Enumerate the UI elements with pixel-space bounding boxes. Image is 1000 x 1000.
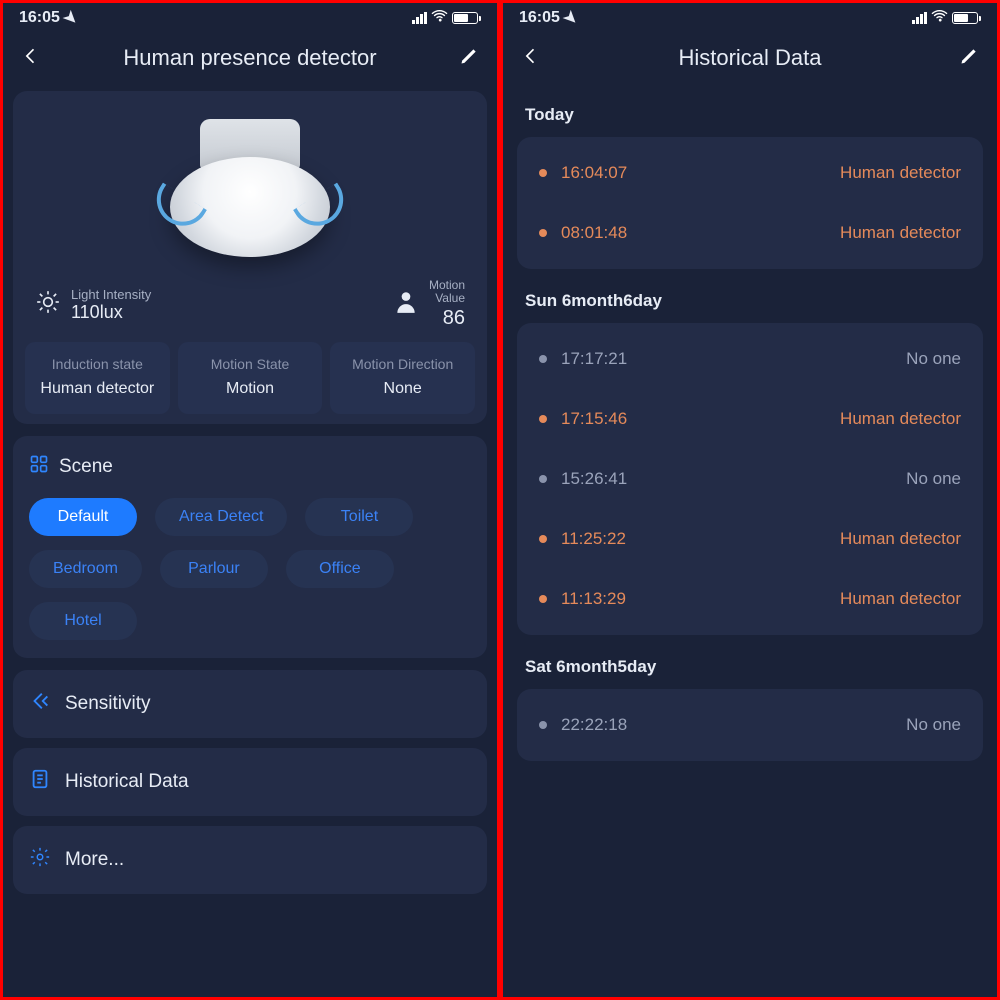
scene-chip[interactable]: Parlour — [160, 550, 268, 588]
location-icon: ➤ — [59, 6, 83, 30]
status-dot-icon — [539, 535, 547, 543]
status-dot-icon — [539, 169, 547, 177]
history-row[interactable]: 22:22:18 No one — [517, 695, 983, 755]
history-section-label: Today — [525, 105, 975, 125]
location-icon: ➤ — [559, 6, 583, 30]
tile-label: Induction state — [29, 356, 166, 372]
history-status: Human detector — [840, 163, 961, 183]
light-intensity-icon — [35, 289, 61, 320]
status-dot-icon — [539, 475, 547, 483]
history-time: 16:04:07 — [561, 163, 627, 183]
history-row[interactable]: 17:17:21 No one — [517, 329, 983, 389]
history-status: No one — [906, 715, 961, 735]
tile-value: None — [334, 380, 471, 398]
history-status: No one — [906, 349, 961, 369]
history-time: 22:22:18 — [561, 715, 627, 735]
motion-value: 86 — [429, 307, 465, 330]
sensitivity-label: Sensitivity — [65, 693, 151, 715]
detector-screen: 16:05 ➤ Human presence detector — [0, 0, 500, 1000]
sensitivity-icon — [29, 690, 51, 718]
scene-chip[interactable]: Hotel — [29, 602, 137, 640]
status-tile[interactable]: Induction state Human detector — [25, 342, 170, 414]
history-status: Human detector — [840, 529, 961, 549]
scene-card: Scene Default Area Detect Toilet Bedroom Par… — [13, 436, 487, 658]
status-tile[interactable]: Motion State Motion — [178, 342, 323, 414]
history-row[interactable]: 17:15:46 Human detector — [517, 389, 983, 449]
history-time: 17:15:46 — [561, 409, 627, 429]
more-label: More... — [65, 849, 124, 871]
page-title: Human presence detector — [123, 45, 376, 71]
history-time: 11:13:29 — [561, 589, 626, 609]
back-button[interactable] — [521, 46, 541, 71]
tile-label: Motion State — [182, 356, 319, 372]
history-screen: 16:05 ➤ Historical Data Today 16:04:07 Hum… — [500, 0, 1000, 1000]
scene-chip[interactable]: Bedroom — [29, 550, 142, 588]
wifi-icon — [931, 7, 948, 29]
motion-value-label2: Value — [429, 292, 465, 305]
page-title: Historical Data — [678, 45, 821, 71]
person-icon — [393, 289, 419, 320]
signal-icon — [412, 12, 427, 24]
history-time: 08:01:48 — [561, 223, 627, 243]
scene-chip[interactable]: Area Detect — [155, 498, 287, 536]
scene-title: Scene — [59, 456, 113, 478]
status-dot-icon — [539, 721, 547, 729]
header-bar: Human presence detector — [3, 33, 497, 83]
history-status: Human detector — [840, 223, 961, 243]
history-section-card: 16:04:07 Human detector 08:01:48 Human dete… — [517, 137, 983, 269]
scene-chip[interactable]: Default — [29, 498, 137, 536]
history-time: 11:25:22 — [561, 529, 626, 549]
history-section-label: Sat 6month5day — [525, 657, 975, 677]
tile-value: Motion — [182, 380, 319, 398]
history-row[interactable]: 16:04:07 Human detector — [517, 143, 983, 203]
scene-chip[interactable]: Office — [286, 550, 394, 588]
historical-data-label: Historical Data — [65, 771, 189, 793]
status-dot-icon — [539, 595, 547, 603]
history-status: No one — [906, 469, 961, 489]
device-image — [23, 109, 477, 279]
light-intensity-label: Light Intensity — [71, 287, 151, 302]
history-status: Human detector — [840, 409, 961, 429]
history-row[interactable]: 15:26:41 No one — [517, 449, 983, 509]
status-dot-icon — [539, 415, 547, 423]
light-intensity-value: 110lux — [71, 302, 151, 323]
edit-button[interactable] — [959, 46, 979, 71]
sensitivity-row[interactable]: Sensitivity — [13, 670, 487, 738]
history-row[interactable]: 08:01:48 Human detector — [517, 203, 983, 263]
more-row[interactable]: More... — [13, 826, 487, 894]
back-button[interactable] — [21, 46, 41, 71]
status-dot-icon — [539, 229, 547, 237]
status-dot-icon — [539, 355, 547, 363]
clock-text: 16:05 — [519, 9, 560, 27]
edit-button[interactable] — [459, 46, 479, 71]
history-section-label: Sun 6month6day — [525, 291, 975, 311]
device-card: Light Intensity 110lux Motion Value 86 I… — [13, 91, 487, 424]
status-tile[interactable]: Motion Direction None — [330, 342, 475, 414]
wifi-icon — [431, 7, 448, 29]
header-bar: Historical Data — [503, 33, 997, 83]
clock-text: 16:05 — [19, 9, 60, 27]
history-section-card: 22:22:18 No one — [517, 689, 983, 761]
battery-icon — [952, 12, 981, 24]
status-bar: 16:05 ➤ — [3, 3, 497, 33]
signal-icon — [912, 12, 927, 24]
history-status: Human detector — [840, 589, 961, 609]
tile-label: Motion Direction — [334, 356, 471, 372]
document-icon — [29, 768, 51, 796]
tile-value: Human detector — [29, 380, 166, 398]
history-section-card: 17:17:21 No one 17:15:46 Human detector 15:2… — [517, 323, 983, 635]
historical-data-row[interactable]: Historical Data — [13, 748, 487, 816]
history-row[interactable]: 11:25:22 Human detector — [517, 509, 983, 569]
battery-icon — [452, 12, 481, 24]
status-bar: 16:05 ➤ — [503, 3, 997, 33]
scene-icon — [29, 454, 49, 480]
history-time: 15:26:41 — [561, 469, 627, 489]
gear-icon — [29, 846, 51, 874]
history-row[interactable]: 11:13:29 Human detector — [517, 569, 983, 629]
history-time: 17:17:21 — [561, 349, 627, 369]
scene-chip[interactable]: Toilet — [305, 498, 413, 536]
